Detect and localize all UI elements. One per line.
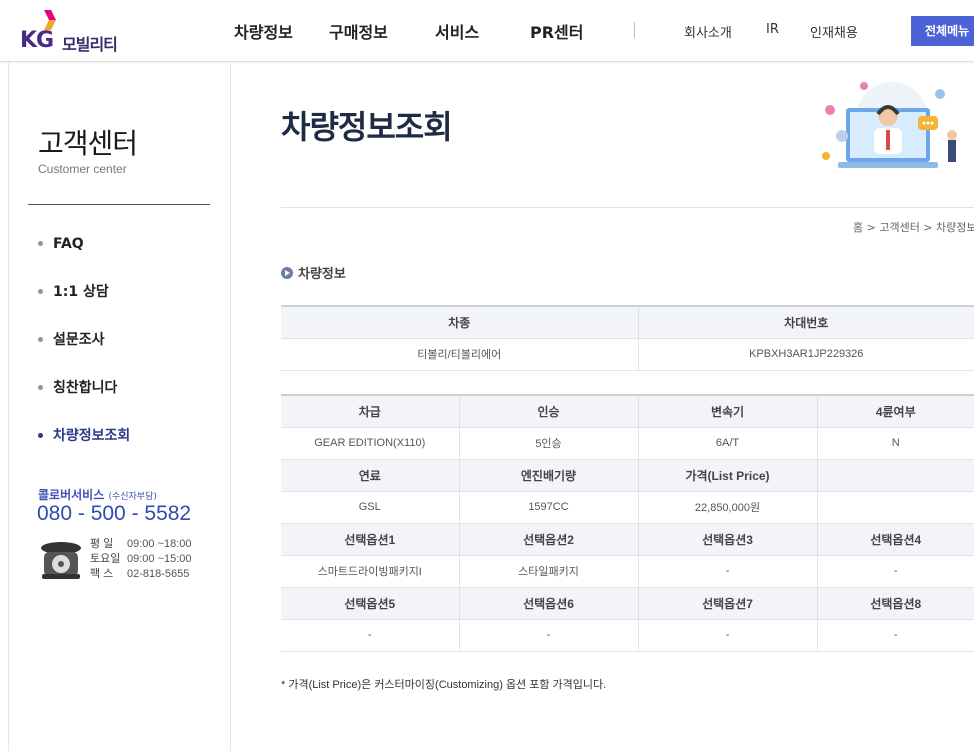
table-header: 가격(List Price) <box>638 459 818 492</box>
call-center-phone: 080 - 500 - 5582 <box>37 502 192 525</box>
table-header: 엔진배기량 <box>459 459 639 492</box>
table-header: 인승 <box>459 394 639 428</box>
call-center-label: 콜로버서비스 (수신자부담) <box>38 486 157 503</box>
nav-vehicle-info[interactable]: 차량정보 <box>234 19 329 43</box>
price-note: * 가격(List Price)은 커스터마이징(Customizing) 옵션… <box>281 679 607 691</box>
table-cell: - <box>459 619 639 652</box>
main-navigation: 차량정보 구매정보 서비스 PR센터 <box>234 19 610 43</box>
nav-pr-center[interactable]: PR센터 <box>530 19 610 43</box>
sidebar-item-label: FAQ <box>53 236 84 252</box>
sidebar-item-vehicle-lookup[interactable]: 차량정보조회 <box>38 424 130 472</box>
table-header: 차급 <box>281 394 460 428</box>
title-divider <box>281 207 974 208</box>
logo-brand-text: 모빌리티 <box>62 35 118 54</box>
section-bullet-icon <box>281 266 293 279</box>
sidebar-right-border <box>230 62 231 751</box>
vehicle-detail-table: 차급 인승 변속기 4륜여부 GEAR EDITION(X110) 5인승 6A… <box>281 394 974 652</box>
util-company-intro[interactable]: 회사소개 <box>684 22 766 41</box>
table-header: 선택옵션1 <box>281 523 460 556</box>
section-heading: 차량정보 <box>281 263 346 282</box>
hours-value: 09:00 ~15:00 <box>127 553 192 565</box>
bullet-icon <box>38 385 43 390</box>
table-cell: - <box>638 555 818 588</box>
all-menu-button[interactable]: 전체메뉴 <box>911 16 974 46</box>
hours-value: 02-818-5655 <box>127 568 190 580</box>
sidebar-item-label: 차량정보조회 <box>53 428 131 444</box>
sidebar-item-survey[interactable]: 설문조사 <box>38 328 130 376</box>
logo-mark-icon <box>44 10 56 30</box>
hours-key: 팩 스 <box>90 568 114 580</box>
hours-key: 평 일 <box>90 538 114 550</box>
table-header: 선택옵션6 <box>459 587 639 620</box>
sidebar-item-praise[interactable]: 칭찬합니다 <box>38 376 130 424</box>
sidebar-title: 고객센터 <box>38 127 138 160</box>
table-header: 선택옵션3 <box>638 523 818 556</box>
table-cell: - <box>638 619 818 652</box>
kg-mobility-logo[interactable]: KG 모빌리티 <box>20 10 140 54</box>
table-cell <box>817 491 974 524</box>
table-cell: 1597CC <box>459 491 639 524</box>
breadcrumb: 홈 > 고객센터 > 차량정보 <box>853 221 974 234</box>
section-title: 차량정보 <box>298 267 346 282</box>
table-cell: GEAR EDITION(X110) <box>281 427 460 460</box>
table-header: 차종 <box>281 305 639 339</box>
site-header: KG 모빌리티 차량정보 구매정보 서비스 PR센터 회사소개 IR 인재채용 … <box>0 0 974 62</box>
sidebar-item-faq[interactable]: FAQ <box>38 232 130 280</box>
table-cell: KPBXH3AR1JP229326 <box>638 338 974 371</box>
vehicle-basic-table: 차종 차대번호 티볼리/티볼리에어 KPBXH3AR1JP229326 <box>281 305 974 371</box>
table-cell: - <box>817 555 974 588</box>
sidebar-left-border <box>8 62 9 751</box>
table-cell: - <box>817 619 974 652</box>
table-header: 선택옵션4 <box>817 523 974 556</box>
table-header <box>817 459 974 492</box>
table-cell: 스타일패키지 <box>459 555 639 588</box>
bullet-icon <box>38 241 43 246</box>
table-header: 차대번호 <box>638 305 974 339</box>
telephone-icon <box>41 542 81 579</box>
call-center-hours: 평 일 09:00 ~18:00 토요일 09:00 ~15:00 팩 스 02-81… <box>90 537 192 582</box>
table-header: 선택옵션5 <box>281 587 460 620</box>
table-cell: 5인승 <box>459 427 639 460</box>
table-header: 4륜여부 <box>817 394 974 428</box>
logo-kg-text: KG <box>20 28 54 53</box>
hours-key: 토요일 <box>90 553 121 565</box>
table-cell: N <box>817 427 974 460</box>
nav-divider <box>634 22 635 38</box>
table-header: 선택옵션7 <box>638 587 818 620</box>
table-cell: 22,850,000원 <box>638 491 818 524</box>
sidebar-item-label: 1:1 상담 <box>53 284 109 300</box>
bullet-icon <box>38 337 43 342</box>
util-careers[interactable]: 인재채용 <box>810 22 880 41</box>
bullet-icon <box>38 289 43 294</box>
table-cell: GSL <box>281 491 460 524</box>
table-cell: 6A/T <box>638 427 818 460</box>
util-ir[interactable]: IR <box>766 22 810 41</box>
sidebar-divider <box>28 204 210 205</box>
call-center-name: 콜로버서비스 <box>38 488 105 502</box>
table-cell: - <box>281 619 460 652</box>
table-cell: 스마트드라이빙패키지I <box>281 555 460 588</box>
customer-service-illustration <box>822 82 957 168</box>
call-center-note: (수신자부담) <box>108 492 157 502</box>
nav-service[interactable]: 서비스 <box>435 19 530 43</box>
table-header: 변속기 <box>638 394 818 428</box>
sidebar-item-label: 칭찬합니다 <box>53 380 118 396</box>
sidebar-subtitle: Customer center <box>38 162 127 176</box>
sidebar-menu: FAQ 1:1 상담 설문조사 칭찬합니다 차량정보조회 <box>38 232 130 472</box>
table-header: 선택옵션8 <box>817 587 974 620</box>
hours-value: 09:00 ~18:00 <box>127 538 192 550</box>
table-header: 선택옵션2 <box>459 523 639 556</box>
table-cell: 티볼리/티볼리에어 <box>281 338 639 371</box>
nav-purchase-info[interactable]: 구매정보 <box>329 19 435 43</box>
sidebar-item-consult[interactable]: 1:1 상담 <box>38 280 130 328</box>
page-title: 차량정보조회 <box>281 108 453 146</box>
utility-links: 회사소개 IR 인재채용 <box>684 22 880 41</box>
table-header: 연료 <box>281 459 460 492</box>
sidebar-item-label: 설문조사 <box>53 332 105 348</box>
bullet-icon <box>38 433 43 438</box>
